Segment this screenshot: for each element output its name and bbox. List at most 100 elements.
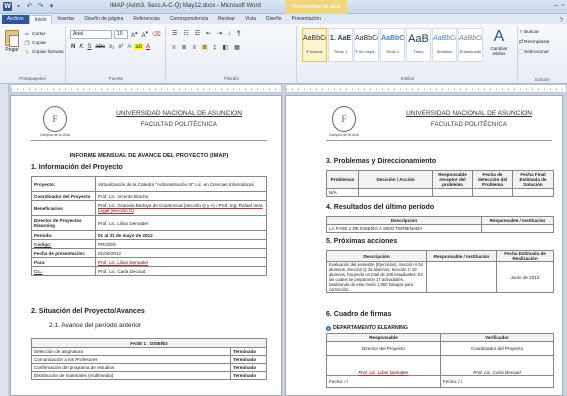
vertical-ruler[interactable] <box>0 84 9 396</box>
strikethrough-icon[interactable]: abc <box>94 44 106 50</box>
superscript-icon[interactable]: x² <box>117 44 124 50</box>
signatures-table: Responsable Verificador Director del Pro… <box>326 333 554 388</box>
tab-diseno-pagina[interactable]: Diseño de página <box>79 15 128 24</box>
align-left-icon[interactable]: ≡ <box>171 45 177 51</box>
section-heading: 1. Información del Proyecto <box>31 164 123 171</box>
document-page-right[interactable]: Campus de la UNA UNIVERSIDAD NACIONAL DE… <box>285 95 563 396</box>
clear-format-icon[interactable]: ⌫ <box>151 31 161 38</box>
font-family-select[interactable]: Arial <box>70 30 112 39</box>
replace-button[interactable]: ⇄Reemplazar <box>518 38 550 48</box>
phase-status: Terminado <box>230 347 267 356</box>
cut-button[interactable]: ✂ Cortar <box>24 30 64 39</box>
tab-revisar[interactable]: Revisar <box>213 15 240 24</box>
tab-inicio[interactable]: Inicio <box>28 15 53 24</box>
tab-archivo[interactable]: Archivo <box>2 15 29 24</box>
info-label: Coordinador del Proyecto <box>31 191 96 201</box>
horizontal-ruler-right[interactable] <box>285 84 567 93</box>
university-name: UNIVERSIDAD NACIONAL DE ASUNCION <box>406 110 532 117</box>
document-page-left[interactable]: Campus de la UNA UNIVERSIDAD NACIONAL DE… <box>10 95 282 396</box>
faculty-name: FACULTAD POLITÉCNICA <box>430 122 508 128</box>
italic-icon[interactable]: K <box>78 44 84 50</box>
style-subtitulo[interactable]: AaBbCc. Subtítulo <box>432 28 457 62</box>
tab-vista[interactable]: Vista <box>240 15 261 24</box>
show-marks-icon[interactable]: ¶ <box>236 31 241 37</box>
tab-referencias[interactable]: Referencias <box>128 15 165 24</box>
column-header: Responsable receptor del problema <box>432 170 473 189</box>
multilevel-list-icon[interactable]: ☲ <box>194 30 201 37</box>
info-value: 01 al 31 de mayo de 2012 <box>95 230 267 240</box>
style-name: Título 1 <box>333 49 348 54</box>
style-sample: AaBbCcI <box>355 35 378 42</box>
info-label: Para: <box>31 257 96 267</box>
highlight-icon[interactable]: ab <box>134 44 144 50</box>
undo-icon[interactable]: ↶ <box>25 2 34 11</box>
find-button[interactable]: ⌕Buscar <box>518 28 550 38</box>
minimize-icon[interactable]: – <box>554 2 558 9</box>
styles-gallery: AaBbCcI ¶ Normal 1. AaE Título 1 AaBbCcI ¶ … <box>302 28 483 62</box>
decrease-indent-icon[interactable]: ⇤ <box>205 30 212 37</box>
style-enfasis-sutil[interactable]: AaBbCcDi Énfasis sutil <box>458 28 483 62</box>
tab-insertar[interactable]: Insertar <box>52 15 79 24</box>
table-row: Confirmación del programa de estudios Ter… <box>31 363 267 372</box>
tab-diseno[interactable]: Diseño <box>261 15 287 24</box>
word-icon[interactable]: W <box>3 2 12 11</box>
align-right-icon[interactable]: ≡ <box>192 45 198 51</box>
table-row: Proyecto: Virtualización de la Cátedra "A… <box>31 176 267 192</box>
faculty-name: FACULTAD POLITÉCNICA <box>140 122 218 128</box>
info-value: Prof. Lic. Graciela Bedoya de Courtionna… <box>95 200 267 216</box>
find-label: Buscar <box>524 30 539 35</box>
style-sample: AaBbCcDi <box>459 35 482 42</box>
subscript-icon[interactable]: x₂ <box>108 44 115 50</box>
maximize-icon[interactable]: ▫ <box>562 2 564 9</box>
column-header: Fecha de detección del Problema <box>472 170 513 189</box>
shrink-font-icon[interactable]: A▾ <box>141 30 150 39</box>
university-name: UNIVERSIDAD NACIONAL DE ASUNCION <box>116 110 242 117</box>
actions-table: Descripción Responsable / Institución Fe… <box>326 250 554 293</box>
info-value: Prof. Lic. Lilian Dematter <box>95 257 267 267</box>
phase-task: Confirmación del programa de estudios <box>31 363 231 372</box>
bullets-icon[interactable]: ☰ <box>171 30 178 37</box>
tab-presentacion[interactable]: Presentación <box>287 15 326 24</box>
phase-task: Distribución de materiales (multimedia) <box>31 371 231 380</box>
column-header: Fecha Final Estimada de Solución <box>512 170 554 189</box>
save-icon[interactable]: ▪ <box>14 2 23 11</box>
increase-indent-icon[interactable]: ⇥ <box>216 30 223 37</box>
shading-icon[interactable]: ◧ <box>221 44 229 51</box>
info-value: Prof. Lic. Carla Decoud <box>95 266 267 276</box>
style-titulo[interactable]: AaB Título <box>406 28 431 62</box>
underline-icon[interactable]: S <box>86 44 92 50</box>
info-label: Proyecto: <box>31 176 96 192</box>
customize-qat-icon[interactable]: ▾ <box>47 2 56 11</box>
style-normal[interactable]: AaBbCcI ¶ Normal <box>302 28 327 62</box>
select-button[interactable]: ⬚Seleccionar <box>518 48 550 58</box>
style-sin-espaciado[interactable]: AaBbCcI ¶ Sin espa... <box>354 28 379 62</box>
style-name: Énfasis sutil <box>459 49 482 54</box>
table-move-handle-icon[interactable]: + <box>326 325 331 331</box>
format-painter-button[interactable]: ✎ Copiar formato <box>24 48 64 57</box>
justify-icon[interactable]: ≣ <box>201 44 209 51</box>
bold-icon[interactable]: N <box>70 44 76 50</box>
signature-role: Coordinador del Proyecto <box>440 341 554 356</box>
align-center-icon[interactable]: ≣ <box>181 44 188 51</box>
style-titulo-1[interactable]: 1. AaE Título 1 <box>328 28 353 62</box>
style-titulo-2[interactable]: AaBbCc Título 2 <box>380 28 405 62</box>
text-effects-icon[interactable]: A <box>126 44 132 50</box>
table-cell: N/A <box>326 188 359 197</box>
table-row: Coordinador del Proyecto Prof. Lic. Vicen… <box>31 191 267 201</box>
redo-icon[interactable]: ↷ <box>36 2 45 11</box>
font-size-select[interactable]: 10 <box>114 30 128 39</box>
sort-icon[interactable]: ↕ <box>227 31 232 37</box>
grow-font-icon[interactable]: A▴ <box>130 30 139 39</box>
numbering-icon[interactable]: ☷ <box>182 30 189 37</box>
line-spacing-icon[interactable]: ‡ <box>212 45 217 51</box>
brush-icon: ✎ <box>24 49 30 56</box>
tab-correspondencia[interactable]: Correspondencia <box>165 15 213 24</box>
table-cell <box>432 188 473 197</box>
font-color-icon[interactable]: A <box>145 44 151 50</box>
replace-label: Reemplazar <box>524 40 550 45</box>
change-styles-button[interactable]: A Cambiar estilos <box>484 28 514 56</box>
copy-button[interactable]: ❐ Copiar <box>24 39 64 48</box>
paste-button[interactable]: Pegar <box>3 30 21 53</box>
borders-icon[interactable]: ▦ <box>233 44 241 51</box>
horizontal-ruler-left[interactable] <box>10 84 282 93</box>
